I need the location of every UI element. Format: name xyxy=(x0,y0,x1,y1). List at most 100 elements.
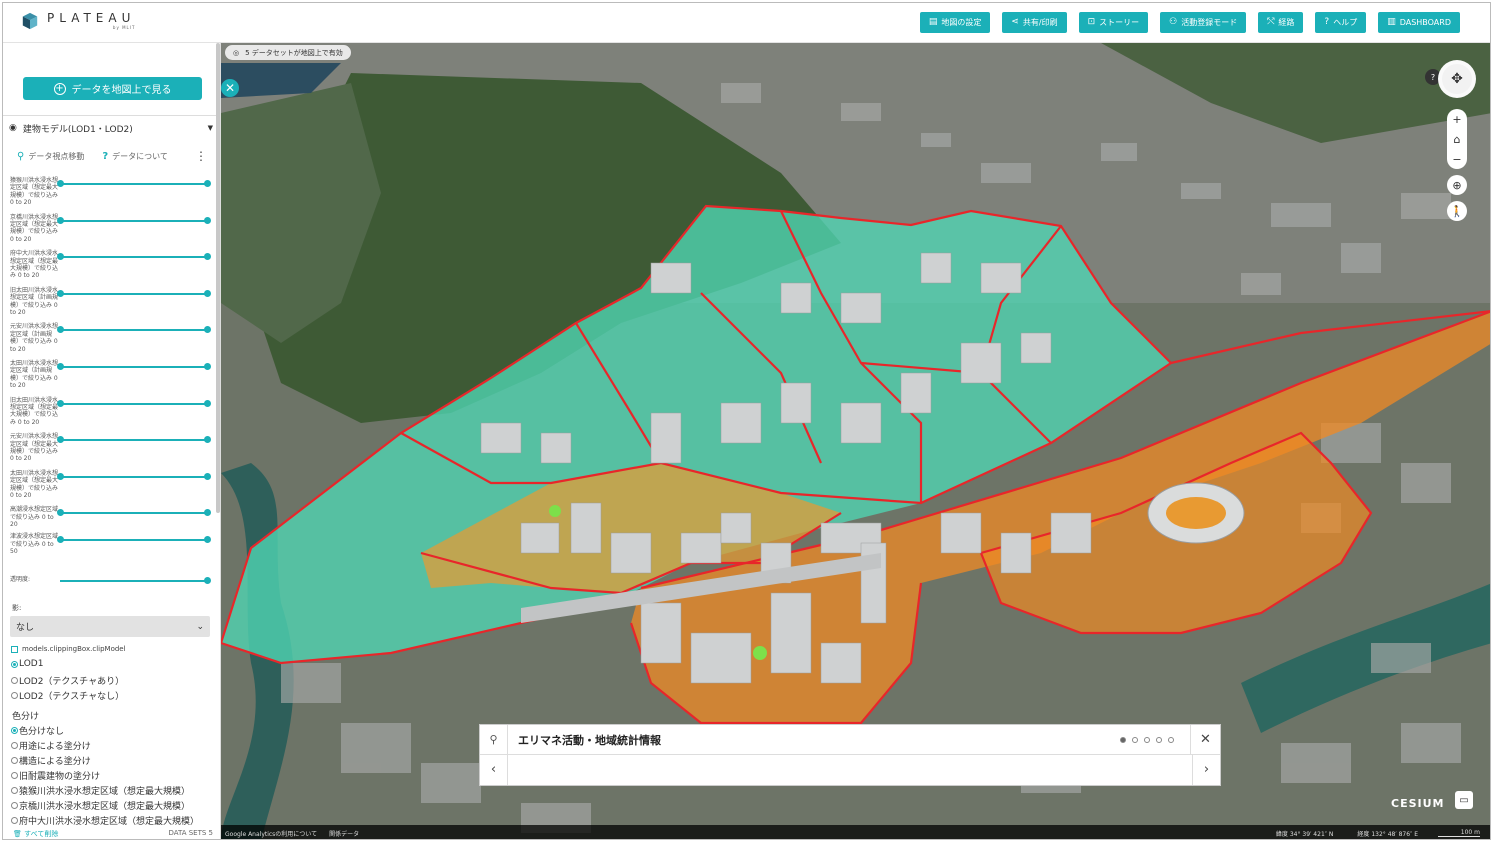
lod-radio-lod2-untextured[interactable]: LOD2（テクスチャなし） xyxy=(11,689,124,702)
story-next-button[interactable]: › xyxy=(1192,755,1220,785)
slider-min-handle[interactable] xyxy=(57,472,64,480)
slider-min-handle[interactable] xyxy=(57,536,64,544)
slider-min-handle[interactable] xyxy=(57,253,64,261)
slider-track[interactable] xyxy=(60,475,208,478)
slider-min-handle[interactable] xyxy=(57,509,64,517)
map-3d-scene[interactable] xyxy=(221,43,1491,840)
color-radio-structure[interactable]: 構造による塗分け xyxy=(11,754,91,767)
slider-track[interactable] xyxy=(60,512,208,515)
slider-min-handle[interactable] xyxy=(57,362,64,370)
story-close-button[interactable]: ✕ xyxy=(1190,724,1220,755)
chevron-down-icon[interactable]: ▼ xyxy=(208,124,213,132)
color-radio-none[interactable]: 色分けなし xyxy=(11,724,64,737)
slider-track[interactable] xyxy=(60,402,208,405)
compass-control[interactable]: ✥ xyxy=(1438,60,1476,98)
radio-button[interactable] xyxy=(11,757,18,764)
slider-max-handle[interactable] xyxy=(204,399,211,407)
dashboard-button[interactable]: ▥ DASHBOARD xyxy=(1378,12,1460,33)
slider-max-handle[interactable] xyxy=(204,326,211,334)
color-radio-old-seismic[interactable]: 旧耐震建物の塗分け xyxy=(11,769,100,782)
slider-max-handle[interactable] xyxy=(204,180,211,187)
slider-track[interactable] xyxy=(60,329,208,332)
color-radio-fuchu-flood[interactable]: 府中大川洪水浸水想定区域（想定最大規模） xyxy=(11,814,199,827)
my-location-button[interactable]: ⊕ xyxy=(1447,175,1467,195)
slider-max-handle[interactable] xyxy=(204,472,211,480)
lod-radio-lod2-textured[interactable]: LOD2（テクスチャあり） xyxy=(11,674,124,687)
radio-button[interactable] xyxy=(11,727,18,734)
filter-slider[interactable]: 府中大川洪水浸水想定区域（想定最大規模）で絞り込み 0 to 20 xyxy=(10,250,211,287)
story-page-dot[interactable] xyxy=(1144,736,1150,743)
slider-min-handle[interactable] xyxy=(57,216,64,224)
slider-track[interactable] xyxy=(60,292,208,295)
slider-max-handle[interactable] xyxy=(204,253,211,261)
plateau-logo[interactable]: PLATEAU by MLIT xyxy=(21,12,135,30)
opacity-slider[interactable]: 透明度: xyxy=(10,574,211,588)
filter-slider[interactable]: 太田川洪水浸水想定区域（計画規模）で絞り込み 0 to 20 xyxy=(10,360,211,397)
filter-slider[interactable]: 太田川洪水浸水想定区域（想定最大規模）で絞り込み 0 to 20 xyxy=(10,470,211,507)
route-button[interactable]: ⤲ 経路 xyxy=(1258,12,1304,33)
filter-slider[interactable]: 旧太田川洪水浸水想定区域（想定最大規模）で絞り込み 0 to 20 xyxy=(10,397,211,434)
more-vert-icon[interactable]: ⋮ xyxy=(195,149,207,163)
eye-icon[interactable]: ◉ xyxy=(9,123,17,133)
story-page-dot[interactable] xyxy=(1168,736,1174,743)
radio-button[interactable] xyxy=(11,742,18,749)
slider-min-handle[interactable] xyxy=(57,180,64,187)
story-page-dot[interactable] xyxy=(1132,736,1138,743)
close-sidebar-button[interactable]: ✕ xyxy=(221,79,239,97)
home-icon[interactable]: ⌂ xyxy=(1454,133,1461,146)
about-data-link[interactable]: データについて xyxy=(112,151,168,162)
delete-all-button[interactable]: 🗑 すべて削除 xyxy=(13,829,58,839)
help-button[interactable]: ? ヘルプ xyxy=(1315,12,1367,33)
lod-radio-lod1[interactable]: LOD1 xyxy=(11,659,43,669)
analytics-link[interactable]: Google Analyticsの利用について xyxy=(225,829,317,838)
slider-max-handle[interactable] xyxy=(204,509,211,517)
radio-button[interactable] xyxy=(11,677,18,684)
opacity-handle[interactable] xyxy=(204,577,211,584)
slider-track[interactable] xyxy=(60,219,208,222)
cesium-logo[interactable]: CESIUM xyxy=(1391,797,1444,810)
slider-track[interactable] xyxy=(60,256,208,259)
layer-header[interactable]: ◉ 建物モデル(LOD1・LOD2) ▼ xyxy=(9,121,213,135)
filter-slider[interactable]: 津波浸水想定区域で絞り込み 0 to 50 xyxy=(10,533,211,570)
pedestrian-mode-button[interactable]: 🚶 xyxy=(1447,201,1467,221)
slider-track[interactable] xyxy=(60,183,208,185)
filter-slider[interactable]: 京橋川洪水浸水想定区域（想定最大規模）で絞り込み 0 to 20 xyxy=(10,214,211,251)
story-page-dot[interactable] xyxy=(1120,736,1126,743)
slider-min-handle[interactable] xyxy=(57,326,64,334)
slider-min-handle[interactable] xyxy=(57,436,64,444)
feedback-button[interactable]: ▭ xyxy=(1455,791,1473,809)
radio-button[interactable] xyxy=(11,817,18,824)
radio-button[interactable] xyxy=(11,802,18,809)
radio-button[interactable] xyxy=(11,692,18,699)
slider-max-handle[interactable] xyxy=(204,536,211,544)
filter-slider[interactable]: 高潮浸水想定区域で絞り込み 0 to 20 xyxy=(10,506,211,533)
story-button[interactable]: ⊡ ストーリー xyxy=(1078,12,1149,33)
slider-track[interactable] xyxy=(60,365,208,368)
share-print-button[interactable]: ⋖ 共有/印刷 xyxy=(1002,12,1067,33)
move-to-data-link[interactable]: データ視点移動 xyxy=(28,151,84,162)
slider-track[interactable] xyxy=(60,539,208,542)
slider-min-handle[interactable] xyxy=(57,289,64,297)
clip-model-checkbox[interactable]: models.clippingBox.clipModel xyxy=(11,645,126,653)
sidebar-scrollbar[interactable] xyxy=(216,43,220,513)
story-page-dot[interactable] xyxy=(1156,736,1162,743)
zoom-out-icon[interactable]: − xyxy=(1452,153,1461,166)
radio-button[interactable] xyxy=(11,772,18,779)
zoom-in-icon[interactable]: + xyxy=(1452,113,1461,126)
color-radio-kyobashi-flood[interactable]: 京橋川洪水浸水想定区域（想定最大規模） xyxy=(11,799,190,812)
color-radio-usage[interactable]: 用途による塗分け xyxy=(11,739,91,752)
map-settings-button[interactable]: ▤ 地図の設定 xyxy=(919,12,991,33)
map-viewport[interactable]: ◎ 5 データセットが地図上で有効 ✕ ? ✥ + ⌂ − ⊕ 🚶 ⚲ エリマネ… xyxy=(221,43,1491,840)
view-data-on-map-button[interactable]: + データを地図上で見る xyxy=(23,77,202,100)
opacity-track[interactable] xyxy=(60,580,208,582)
slider-max-handle[interactable] xyxy=(204,289,211,297)
checkbox-box[interactable] xyxy=(11,645,18,653)
filter-slider[interactable]: 猿猴川洪水浸水想定区域（想定最大規模）で絞り込み 0 to 20 xyxy=(10,177,211,214)
related-data-link[interactable]: 関係データ xyxy=(329,829,359,838)
filter-slider[interactable]: 元安川洪水浸水想定区域（計画規模）で絞り込み 0 to 20 xyxy=(10,323,211,360)
slider-max-handle[interactable] xyxy=(204,216,211,224)
story-prev-button[interactable]: ‹ xyxy=(480,755,508,785)
filter-slider[interactable]: 旧太田川洪水浸水想定区域（計画規模）で絞り込み 0 to 20 xyxy=(10,287,211,324)
slider-max-handle[interactable] xyxy=(204,362,211,370)
radio-button[interactable] xyxy=(11,660,18,668)
